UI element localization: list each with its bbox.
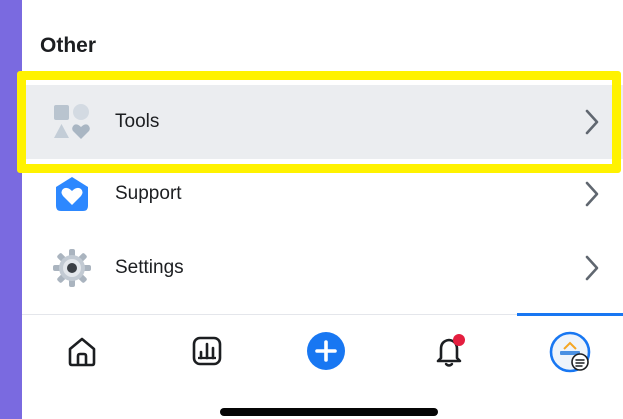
menu-panel: Other Tools Support Settings: [22, 0, 623, 419]
settings-gear-icon: [53, 249, 91, 287]
bell-icon[interactable]: [432, 333, 468, 369]
menu-item-label: Settings: [115, 257, 184, 278]
notification-badge: [453, 334, 465, 346]
insights-chart-icon[interactable]: [189, 333, 225, 369]
chevron-right-icon: [585, 181, 599, 207]
chevron-right-icon: [585, 255, 599, 281]
menu-item-tools[interactable]: Tools: [22, 85, 623, 159]
home-icon[interactable]: [64, 333, 100, 369]
active-tab-indicator: [517, 313, 623, 316]
profile-avatar-icon[interactable]: [549, 331, 591, 373]
tools-shapes-icon: [54, 104, 90, 139]
plus-circle-icon[interactable]: [306, 331, 346, 371]
section-title: Other: [40, 34, 97, 57]
menu-item-support[interactable]: Support: [22, 159, 623, 229]
support-heart-house-icon: [56, 177, 88, 211]
menu-item-label: Support: [115, 183, 182, 204]
home-indicator: [220, 408, 438, 416]
chevron-right-icon: [585, 109, 599, 135]
bottom-tab-bar: [22, 313, 623, 419]
menu-item-label: Tools: [115, 111, 160, 132]
menu-item-settings[interactable]: Settings: [22, 232, 623, 304]
